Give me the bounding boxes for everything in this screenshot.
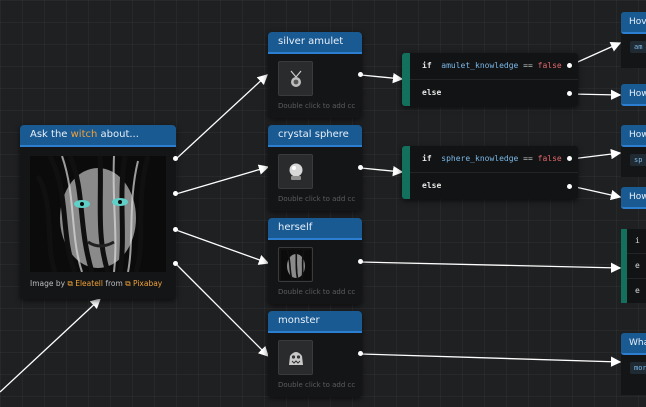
partial-node-title: Wha <box>621 333 646 355</box>
partial-code-chip: am <box>630 41 646 53</box>
source-link[interactable]: Pixabay <box>133 279 162 288</box>
partial-code-chip: sp <box>630 154 646 166</box>
witch-node[interactable]: Ask the witch about... Image by ⧉ Eleate… <box>20 125 176 299</box>
witch-image <box>30 154 166 273</box>
output-port[interactable] <box>567 184 572 189</box>
choice-title: silver amulet <box>268 32 362 54</box>
output-port[interactable] <box>358 72 363 77</box>
partial-node-title: How <box>621 125 646 147</box>
external-link-icon: ⧉ <box>125 279 133 288</box>
partial-row: e <box>635 286 640 295</box>
output-port[interactable] <box>173 261 178 266</box>
choice-node-silver-amulet[interactable]: silver amulet Double click to add cc <box>268 32 362 118</box>
image-credit: Image by ⧉ Eleatell from ⧉ Pixabay <box>30 279 163 288</box>
condition-node-sphere[interactable]: if sphere_knowledge == false else <box>402 146 578 199</box>
output-port[interactable] <box>358 165 363 170</box>
condition-else-row[interactable]: else <box>410 173 578 199</box>
partial-condition-node[interactable]: i e e <box>621 229 646 303</box>
choice-node-herself[interactable]: herself Double click to add cc <box>268 218 362 304</box>
choice-node-crystal-sphere[interactable]: crystal sphere Double click to add cc <box>268 125 362 211</box>
condition-node-amulet[interactable]: if amulet_knowledge == false else <box>402 53 578 106</box>
condition-else-row[interactable]: else <box>410 80 578 106</box>
choice-node-monster[interactable]: monster Double click to add cc <box>268 311 362 397</box>
partial-row: e <box>627 254 646 279</box>
choice-title: herself <box>268 218 362 240</box>
partial-node-title: Hov <box>621 12 646 34</box>
partial-row: i <box>627 229 646 254</box>
output-port[interactable] <box>358 351 363 356</box>
choice-hint: Double click to add cc <box>278 195 356 203</box>
choice-hint: Double click to add cc <box>278 381 356 389</box>
output-port[interactable] <box>567 156 572 161</box>
choice-hint: Double click to add cc <box>278 102 356 110</box>
crystal-ball-icon <box>278 154 313 189</box>
output-port[interactable] <box>358 259 363 264</box>
partial-node-title: How <box>621 84 646 106</box>
partial-code-chip: mor <box>630 362 646 374</box>
output-port[interactable] <box>173 227 178 232</box>
author-link[interactable]: Eleatell <box>75 279 103 288</box>
output-port[interactable] <box>173 191 178 196</box>
witch-node-title: Ask the witch about... <box>20 125 176 147</box>
choice-hint: Double click to add cc <box>278 288 356 296</box>
choice-title: crystal sphere <box>268 125 362 147</box>
partial-node-title: How <box>621 187 646 209</box>
output-port[interactable] <box>173 156 178 161</box>
condition-if-row[interactable]: if amulet_knowledge == false <box>410 53 578 80</box>
output-port[interactable] <box>567 91 572 96</box>
monster-icon <box>278 340 313 375</box>
amulet-icon <box>278 61 313 96</box>
output-port[interactable] <box>567 63 572 68</box>
condition-if-row[interactable]: if sphere_knowledge == false <box>410 146 578 173</box>
witch-portrait-icon <box>278 247 313 282</box>
choice-title: monster <box>268 311 362 333</box>
